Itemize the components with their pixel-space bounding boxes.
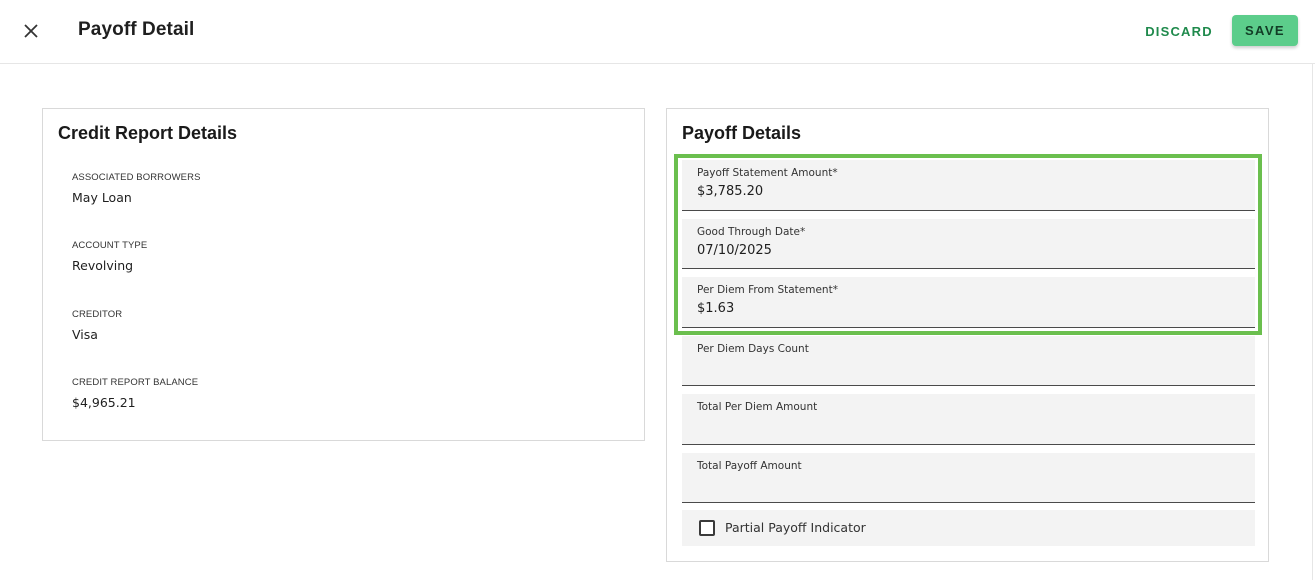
payoff-details-title: Payoff Details [682, 123, 802, 143]
page-title: Payoff Detail [78, 19, 195, 40]
credit-report-balance-value: $4,965.21 [72, 395, 136, 410]
account-type-label: ACCOUNT TYPE [72, 240, 148, 251]
field-label: Total Per Diem Amount [697, 401, 818, 413]
field-value: 07/10/2025 [697, 243, 772, 258]
payoff-details-card: Payoff Details Payoff Statement Amount* … [666, 108, 1269, 562]
creditor-label: CREDITOR [72, 309, 123, 320]
discard-button[interactable]: DISCARD [1140, 16, 1218, 46]
field-value: $1.63 [697, 301, 735, 316]
credit-report-title: Credit Report Details [58, 123, 238, 143]
field-value: $3,785.20 [697, 184, 764, 199]
good-through-date-field[interactable]: Good Through Date* 07/10/2025 [682, 219, 1255, 269]
scrollbar-track [1312, 64, 1313, 580]
partial-payoff-label: Partial Payoff Indicator [725, 520, 866, 535]
close-button[interactable] [18, 18, 44, 44]
save-button[interactable]: SAVE [1232, 15, 1298, 46]
credit-report-card: Credit Report Details ASSOCIATED BORROWE… [42, 108, 645, 441]
field-label: Per Diem From Statement* [697, 284, 838, 296]
total-payoff-amount-field[interactable]: Total Payoff Amount [682, 453, 1255, 503]
payoff-statement-amount-field[interactable]: Payoff Statement Amount* $3,785.20 [682, 160, 1255, 211]
associated-borrowers-value: May Loan [72, 190, 132, 205]
field-label: Per Diem Days Count [697, 343, 809, 355]
close-icon [24, 24, 38, 38]
partial-payoff-indicator-row[interactable]: Partial Payoff Indicator [682, 510, 1255, 546]
associated-borrowers-label: ASSOCIATED BORROWERS [72, 172, 201, 183]
field-label: Good Through Date* [697, 226, 806, 238]
app-header: Payoff Detail DISCARD SAVE [0, 0, 1315, 64]
per-diem-days-count-field[interactable]: Per Diem Days Count [682, 336, 1255, 386]
total-per-diem-amount-field[interactable]: Total Per Diem Amount [682, 394, 1255, 445]
account-type-value: Revolving [72, 258, 134, 273]
per-diem-from-statement-field[interactable]: Per Diem From Statement* $1.63 [682, 277, 1255, 328]
field-label: Payoff Statement Amount* [697, 167, 838, 179]
credit-report-balance-label: CREDIT REPORT BALANCE [72, 377, 199, 388]
partial-payoff-checkbox[interactable] [699, 520, 715, 536]
creditor-value: Visa [72, 327, 98, 342]
field-label: Total Payoff Amount [697, 460, 802, 472]
